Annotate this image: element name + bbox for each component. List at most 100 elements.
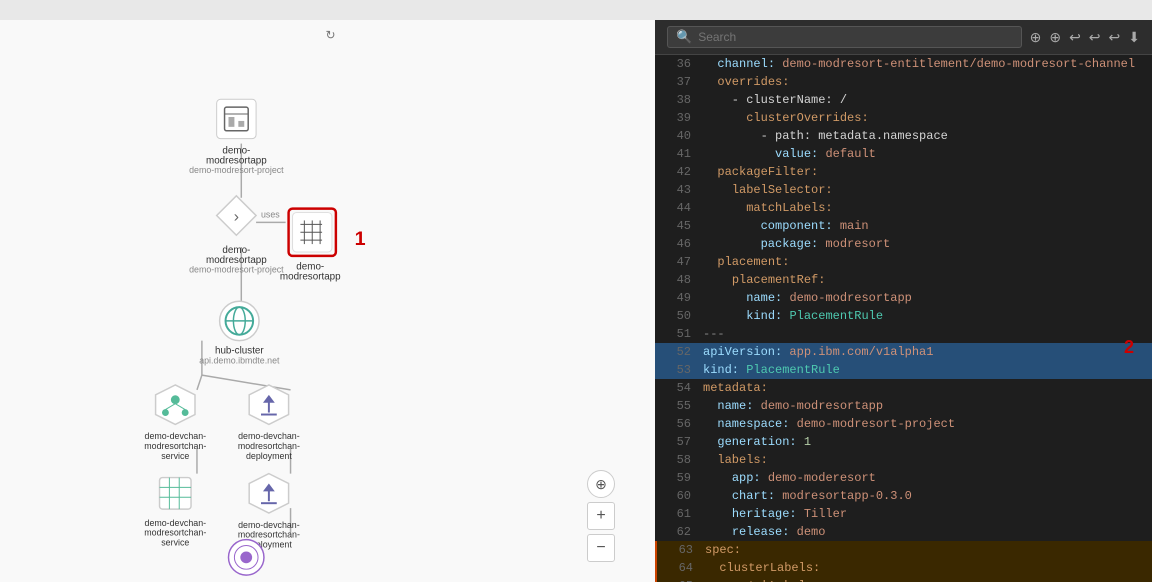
line-number: 45 — [663, 219, 691, 233]
refresh-icon[interactable]: ↻ — [325, 28, 335, 42]
svg-text:demo-devchan-: demo-devchan- — [238, 431, 300, 441]
toolbar-icon-undo2[interactable]: ↩ — [1089, 29, 1101, 46]
line-text: overrides: — [703, 75, 789, 89]
code-line-63: 63 spec: — [655, 541, 1152, 559]
line-text: metadata: — [703, 381, 768, 395]
line-text: labelSelector: — [703, 183, 833, 197]
svg-text:modresortchan-: modresortchan- — [144, 441, 206, 451]
line-number: 59 — [663, 471, 691, 485]
svg-text:modresortchan-: modresortchan- — [144, 528, 206, 538]
line-number: 50 — [663, 309, 691, 323]
svg-text:1: 1 — [355, 228, 366, 250]
zoom-out-button[interactable]: − — [587, 534, 615, 562]
line-number: 57 — [663, 435, 691, 449]
line-number: 49 — [663, 291, 691, 305]
code-line-47: 47 placement: — [655, 253, 1152, 271]
code-line-48: 48 placementRef: — [655, 271, 1152, 289]
node-package-selected: demo- modresortapp — [280, 209, 341, 283]
search-input[interactable] — [698, 30, 1012, 44]
line-text: release: demo — [703, 525, 825, 539]
line-text: name: demo-modresortapp — [703, 291, 912, 305]
svg-text:demo-modresort-project: demo-modresort-project — [189, 165, 284, 175]
code-line-59: 59 app: demo-moderesort — [655, 469, 1152, 487]
line-number: 63 — [665, 543, 693, 557]
toolbar-icon-2[interactable]: ⊕ — [1049, 29, 1061, 46]
code-line-50: 50 kind: PlacementRule — [655, 307, 1152, 325]
code-line-53: 53kind: PlacementRule — [655, 361, 1152, 379]
toolbar-icon-undo3[interactable]: ↩ — [1109, 29, 1121, 46]
line-number: 48 — [663, 273, 691, 287]
main-container: ↻ uses — [0, 20, 1152, 582]
svg-text:service: service — [161, 451, 189, 461]
callout-2: 2 — [1124, 337, 1134, 358]
line-number: 43 — [663, 183, 691, 197]
line-number: 64 — [665, 561, 693, 575]
node-service-2: demo-devchan- modresortchan- service — [144, 478, 206, 548]
svg-text:deployment: deployment — [246, 451, 292, 461]
code-line-37: 37 overrides: — [655, 73, 1152, 91]
line-number: 47 — [663, 255, 691, 269]
line-text: app: demo-moderesort — [703, 471, 876, 485]
toolbar-icon-1[interactable]: ⊕ — [1030, 29, 1042, 46]
line-text: value: default — [703, 147, 876, 161]
svg-text:demo-devchan-: demo-devchan- — [145, 431, 207, 441]
line-text: name: demo-modresortapp — [703, 399, 883, 413]
code-line-55: 55 name: demo-modresortapp — [655, 397, 1152, 415]
toolbar-icon-download[interactable]: ⬇ — [1128, 29, 1140, 46]
line-text: clusterLabels: — [705, 561, 820, 575]
code-line-57: 57 generation: 1 — [655, 433, 1152, 451]
code-line-46: 46 package: modresort — [655, 235, 1152, 253]
node-subscription: › demo- modresortapp demo-modresort-proj… — [189, 196, 284, 275]
line-text: labels: — [703, 453, 768, 467]
line-number: 58 — [663, 453, 691, 467]
line-text: spec: — [705, 543, 741, 557]
code-line-58: 58 labels: — [655, 451, 1152, 469]
code-line-38: 38 - clusterName: / — [655, 91, 1152, 109]
code-line-45: 45 component: main — [655, 217, 1152, 235]
line-number: 53 — [663, 363, 691, 377]
map-controls: ⊕ + − — [587, 470, 615, 562]
zoom-in-button[interactable]: + — [587, 502, 615, 530]
code-line-61: 61 heritage: Tiller — [655, 505, 1152, 523]
svg-text:api.demo.ibmdte.net: api.demo.ibmdte.net — [199, 355, 280, 365]
svg-text:service: service — [161, 538, 189, 548]
line-text: package: modresort — [703, 237, 890, 251]
line-text: component: main — [703, 219, 869, 233]
svg-text:uses: uses — [261, 209, 280, 219]
line-text: generation: 1 — [703, 435, 811, 449]
line-text: apiVersion: app.ibm.com/v1alpha1 — [703, 345, 933, 359]
line-number: 46 — [663, 237, 691, 251]
editor-content[interactable]: 36 channel: demo-modresort-entitlement/d… — [655, 55, 1152, 582]
code-line-51: 51--- — [655, 325, 1152, 343]
topology-canvas: uses demo- mod — [0, 50, 655, 582]
svg-text:modresortchan-: modresortchan- — [238, 441, 300, 451]
line-text: channel: demo-modresort-entitlement/demo… — [703, 57, 1135, 71]
code-line-43: 43 labelSelector: — [655, 181, 1152, 199]
node-hub-cluster: hub-cluster api.demo.ibmdte.net — [199, 301, 280, 365]
line-text: heritage: Tiller — [703, 507, 847, 521]
toolbar-icon-undo1[interactable]: ↩ — [1069, 29, 1081, 46]
center-map-button[interactable]: ⊕ — [587, 470, 615, 498]
editor-wrapper: 36 channel: demo-modresort-entitlement/d… — [655, 55, 1152, 582]
svg-text:demo-devchan-: demo-devchan- — [238, 520, 300, 530]
code-editor-panel: 🔍 ⊕ ⊕ ↩ ↩ ↩ ⬇ 36 channel: demo-modresort… — [655, 20, 1152, 582]
code-line-40: 40 - path: metadata.namespace — [655, 127, 1152, 145]
node-app-top: demo- modresortapp demo-modresort-projec… — [189, 99, 284, 175]
code-line-42: 42 packageFilter: — [655, 163, 1152, 181]
line-number: 38 — [663, 93, 691, 107]
code-line-41: 41 value: default — [655, 145, 1152, 163]
code-line-44: 44 matchLabels: — [655, 199, 1152, 217]
line-number: 39 — [663, 111, 691, 125]
code-line-49: 49 name: demo-modresortapp — [655, 289, 1152, 307]
line-number: 36 — [663, 57, 691, 71]
topology-svg: uses demo- mod — [0, 50, 655, 582]
line-number: 52 — [663, 345, 691, 359]
line-number: 60 — [663, 489, 691, 503]
line-number: 42 — [663, 165, 691, 179]
line-text: kind: PlacementRule — [703, 309, 883, 323]
search-box[interactable]: 🔍 — [667, 26, 1022, 48]
line-text: --- — [703, 327, 725, 341]
node-deployment-1: demo-devchan- modresortchan- deployment — [238, 385, 300, 461]
svg-text:demo-devchan-: demo-devchan- — [145, 518, 207, 528]
line-text: clusterOverrides: — [703, 111, 869, 125]
